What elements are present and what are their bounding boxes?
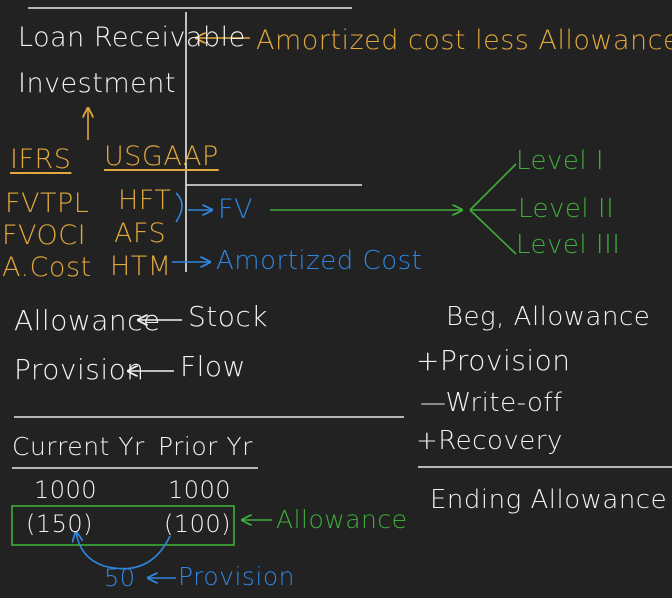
ifrs-item-fvtpl: FVTPL: [5, 188, 90, 219]
level-branch-3: [469, 209, 517, 255]
provision-amount: 50: [104, 564, 136, 592]
allowance-annotation: Allowance: [276, 505, 408, 534]
hft-afs-brace: [175, 192, 183, 223]
allowance-term: Allowance: [14, 304, 161, 337]
rollforward-provision: +Provision: [416, 344, 571, 377]
flow-term: Flow: [180, 350, 246, 383]
loan-receivable-label: Loan Receivable: [18, 22, 246, 53]
rollforward-recovery: +Recovery: [416, 426, 563, 456]
provision-term: Provision: [14, 353, 145, 386]
ifrs-item-fvoci: FVOCI: [2, 220, 87, 251]
usgaap-item-hft: HFT: [118, 185, 172, 216]
ifrs-header: IFRS: [10, 144, 72, 175]
current-gross-value: 1000: [34, 476, 98, 504]
ifrs-item-acost: A.Cost: [2, 252, 92, 283]
prior-year-header: Prior Yr: [158, 432, 253, 461]
prior-gross-value: 1000: [168, 476, 232, 504]
stock-term: Stock: [188, 300, 268, 333]
rollforward-writeoff: —Write-off: [420, 388, 563, 418]
fv-label: FV: [218, 194, 254, 225]
usgaap-item-afs: AFS: [114, 218, 167, 249]
amortized-note: Amortized cost less Allowance: [256, 25, 672, 56]
usgaap-item-htm: HTM: [110, 251, 172, 282]
level-1: Level I: [516, 146, 605, 176]
current-year-header: Current Yr: [12, 432, 145, 461]
usgaap-header: USGAAP: [104, 141, 219, 172]
level-2: Level II: [518, 194, 615, 224]
amortized-cost-label: Amortized Cost: [216, 246, 423, 276]
rollforward-ending: Ending Allowance: [430, 485, 668, 515]
level-branch-1: [469, 163, 517, 211]
whiteboard-canvas: Loan Receivable Amortized cost less Allo…: [0, 0, 672, 598]
level-3: Level III: [516, 230, 621, 260]
provision-annotation: Provision: [178, 562, 296, 591]
prior-allowance-value: (100): [164, 510, 232, 538]
investment-label: Investment: [18, 68, 176, 99]
rollforward-beg: Beg, Allowance: [446, 302, 651, 332]
current-allowance-value: (150): [26, 510, 94, 538]
